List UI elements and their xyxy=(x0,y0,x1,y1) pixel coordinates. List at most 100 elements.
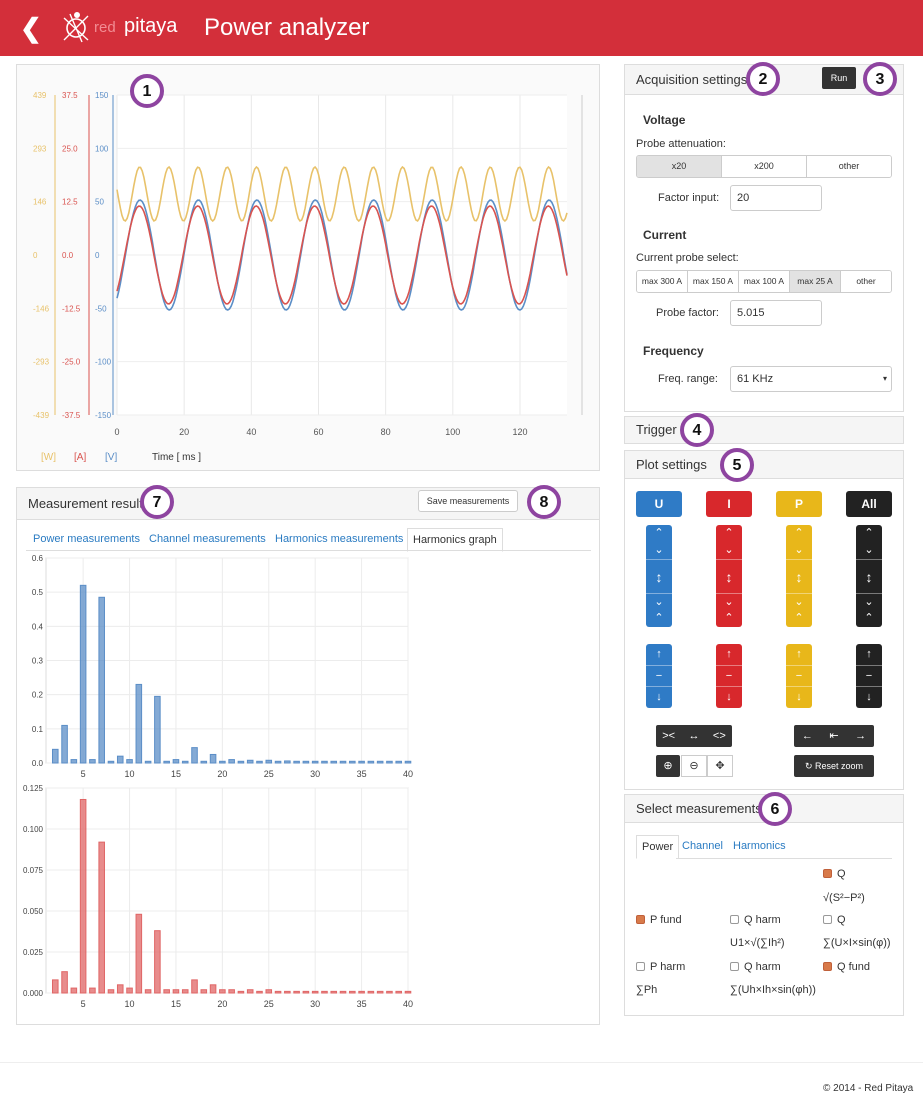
x-tick-label: 60 xyxy=(313,427,323,437)
u-button[interactable]: U xyxy=(636,491,682,517)
i-offset-reset-icon[interactable]: − xyxy=(716,665,742,686)
q-harm2-check[interactable] xyxy=(730,962,739,971)
trigger-panel[interactable]: Trigger xyxy=(624,416,904,444)
q-sqrt-check[interactable] xyxy=(823,869,832,878)
p-scale-down-icon[interactable]: ⌄ xyxy=(786,542,812,559)
i-offset-up-icon[interactable]: ↑ xyxy=(716,644,742,665)
tab-harmonics-measurements[interactable]: Harmonics measurements xyxy=(275,533,403,545)
q-sum-check[interactable] xyxy=(823,915,832,924)
all-shrink-down-icon[interactable]: ⌄ xyxy=(856,593,882,610)
time-scale-controls[interactable]: >< ↔ <> xyxy=(656,725,732,747)
a-tick-label: 0.0 xyxy=(62,251,74,260)
p-scale-controls[interactable]: ⌃ ⌄ ↕ ⌄ ⌃ xyxy=(786,525,812,627)
all-scale-controls[interactable]: ⌃ ⌄ ↕ ⌄ ⌃ xyxy=(856,525,882,627)
q-fund-check[interactable] xyxy=(823,962,832,971)
p-shrink-down-icon[interactable]: ⌄ xyxy=(786,593,812,610)
all-offset-controls[interactable]: ↑ − ↓ xyxy=(856,644,882,708)
p-harm-check[interactable] xyxy=(636,962,645,971)
u-scale-controls[interactable]: ⌃ ⌄ ↕ ⌄ ⌃ xyxy=(646,525,672,627)
chevron-left-icon[interactable]: ❮ xyxy=(20,14,44,42)
probe-factor-field[interactable]: 5.015 xyxy=(730,300,822,326)
all-button[interactable]: All xyxy=(846,491,892,517)
reset-zoom-button[interactable]: ↻ Reset zoom xyxy=(794,755,874,777)
p-harm-checkbox[interactable]: P harm xyxy=(636,961,685,973)
attenuation-option-x20[interactable]: x20 xyxy=(637,156,722,177)
p-offset-controls[interactable]: ↑ − ↓ xyxy=(786,644,812,708)
i-expand-icon[interactable]: ↕ xyxy=(716,559,742,593)
factor-input-field[interactable]: 20 xyxy=(730,185,822,211)
p-scale-up-icon[interactable]: ⌃ xyxy=(786,525,812,542)
acquisition-title: Acquisition settings xyxy=(636,72,748,87)
q-fund-checkbox[interactable]: Q fund xyxy=(823,961,870,973)
p-fund-checkbox[interactable]: P fund xyxy=(636,914,682,926)
current-option-150[interactable]: max 150 A xyxy=(688,271,739,292)
current-option-100[interactable]: max 100 A xyxy=(739,271,790,292)
tab-channel[interactable]: Channel xyxy=(682,840,723,852)
all-scale-down-icon[interactable]: ⌄ xyxy=(856,542,882,559)
pan-button[interactable]: ✥ xyxy=(707,755,733,777)
attenuation-option-x200[interactable]: x200 xyxy=(722,156,807,177)
q-harm1-checkbox[interactable]: Q harm xyxy=(730,914,781,926)
time-right-icon[interactable]: → xyxy=(847,725,874,747)
all-offset-up-icon[interactable]: ↑ xyxy=(856,644,882,665)
i-scale-up-icon[interactable]: ⌃ xyxy=(716,525,742,542)
q-harm1-check[interactable] xyxy=(730,915,739,924)
all-shrink-up-icon[interactable]: ⌃ xyxy=(856,610,882,627)
all-offset-reset-icon[interactable]: − xyxy=(856,665,882,686)
time-zoom-out-icon[interactable]: <> xyxy=(707,725,732,747)
zoom-in-button[interactable]: ⊕ xyxy=(656,755,680,777)
u-offset-controls[interactable]: ↑ − ↓ xyxy=(646,644,672,708)
all-offset-down-icon[interactable]: ↓ xyxy=(856,686,882,707)
u-shrink-down-icon[interactable]: ⌄ xyxy=(646,593,672,610)
i-shrink-up-icon[interactable]: ⌃ xyxy=(716,610,742,627)
i-offset-controls[interactable]: ↑ − ↓ xyxy=(716,644,742,708)
p-offset-down-icon[interactable]: ↓ xyxy=(786,686,812,707)
q-sqrt-formula: √(S²−P²) xyxy=(823,892,865,904)
save-measurements-button[interactable]: Save measurements xyxy=(418,490,518,512)
i-offset-down-icon[interactable]: ↓ xyxy=(716,686,742,707)
harmonic-bar xyxy=(154,930,161,994)
freq-range-select[interactable]: 61 KHz ▾ xyxy=(730,366,892,392)
u-offset-reset-icon[interactable]: − xyxy=(646,665,672,686)
q-sqrt-checkbox[interactable]: Q xyxy=(823,868,846,880)
time-left-icon[interactable]: ← xyxy=(794,725,821,747)
u-offset-down-icon[interactable]: ↓ xyxy=(646,686,672,707)
all-scale-up-icon[interactable]: ⌃ xyxy=(856,525,882,542)
current-option-other[interactable]: other xyxy=(841,271,891,292)
p-shrink-up-icon[interactable]: ⌃ xyxy=(786,610,812,627)
waveform-graph[interactable]: 0 20 40 60 80 100 12015037.543910025.02935012.… xyxy=(17,65,599,470)
tab-power[interactable]: Power xyxy=(636,835,680,859)
time-offset-controls[interactable]: ← ⇤ → xyxy=(794,725,874,747)
time-fit-icon[interactable]: ↔ xyxy=(681,725,706,747)
i-scale-controls[interactable]: ⌃ ⌄ ↕ ⌄ ⌃ xyxy=(716,525,742,627)
tab-power-measurements[interactable]: Power measurements xyxy=(33,533,140,545)
i-shrink-down-icon[interactable]: ⌄ xyxy=(716,593,742,610)
all-expand-icon[interactable]: ↕ xyxy=(856,559,882,593)
q-harm2-checkbox[interactable]: Q harm xyxy=(730,961,781,973)
u-offset-up-icon[interactable]: ↑ xyxy=(646,644,672,665)
p-offset-up-icon[interactable]: ↑ xyxy=(786,644,812,665)
u-expand-icon[interactable]: ↕ xyxy=(646,559,672,593)
p-fund-check[interactable] xyxy=(636,915,645,924)
i-scale-down-icon[interactable]: ⌄ xyxy=(716,542,742,559)
tab-channel-measurements[interactable]: Channel measurements xyxy=(149,533,266,545)
tab-harmonics-graph[interactable]: Harmonics graph xyxy=(407,528,503,552)
time-reset-icon[interactable]: ⇤ xyxy=(821,725,848,747)
current-option-300[interactable]: max 300 A xyxy=(637,271,688,292)
p-offset-reset-icon[interactable]: − xyxy=(786,665,812,686)
zoom-out-button[interactable]: ⊖ xyxy=(681,755,707,777)
u-scale-down-icon[interactable]: ⌄ xyxy=(646,542,672,559)
run-button[interactable]: Run xyxy=(822,67,856,89)
p-button[interactable]: P xyxy=(776,491,822,517)
time-zoom-in-icon[interactable]: >< xyxy=(656,725,681,747)
attenuation-option-other[interactable]: other xyxy=(807,156,891,177)
harmonic-bar xyxy=(200,989,208,994)
u-shrink-up-icon[interactable]: ⌃ xyxy=(646,610,672,627)
current-option-25[interactable]: max 25 A xyxy=(790,271,841,292)
q-sum-checkbox[interactable]: Q xyxy=(823,914,846,926)
u-scale-up-icon[interactable]: ⌃ xyxy=(646,525,672,542)
i-button[interactable]: I xyxy=(706,491,752,517)
y-tick-label: 0.050 xyxy=(23,907,44,916)
tab-harmonics[interactable]: Harmonics xyxy=(733,840,786,852)
p-expand-icon[interactable]: ↕ xyxy=(786,559,812,593)
